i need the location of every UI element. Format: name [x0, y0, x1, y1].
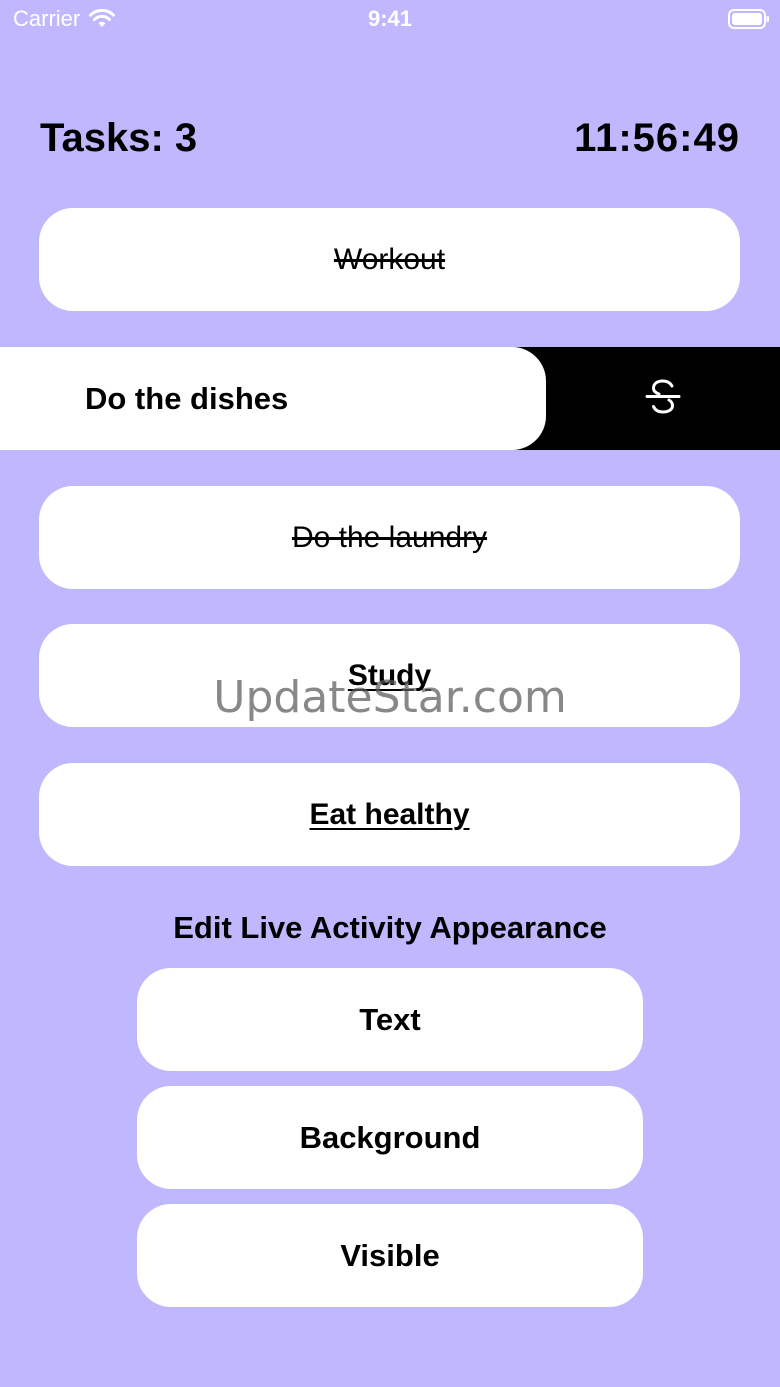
task-label: Eat healthy	[309, 797, 470, 831]
task-label: Do the dishes	[85, 380, 289, 416]
appearance-section-title: Edit Live Activity Appearance	[173, 910, 607, 945]
task-item-study[interactable]: Study	[39, 624, 740, 727]
task-count: Tasks: 3	[40, 116, 198, 160]
battery-icon	[728, 9, 769, 29]
task-item-do-the-laundry[interactable]: Do the laundry	[39, 486, 740, 589]
text-button[interactable]: Text	[137, 968, 643, 1071]
task-row-swiped[interactable]: Do the dishes	[0, 347, 780, 450]
task-label: Study	[347, 658, 432, 692]
strikethrough-icon	[643, 376, 683, 421]
background-button[interactable]: Background	[137, 1086, 643, 1189]
task-item-do-the-dishes[interactable]: Do the dishes	[0, 347, 546, 450]
task-item-workout[interactable]: Workout	[39, 208, 740, 311]
visible-button[interactable]: Visible	[137, 1204, 643, 1307]
text-button-label: Text	[359, 1001, 421, 1037]
background-button-label: Background	[299, 1119, 481, 1155]
task-label: Do the laundry	[291, 520, 488, 554]
status-time: 9:41	[367, 6, 413, 31]
status-bar: Carrier 9:41	[0, 0, 780, 40]
visible-button-label: Visible	[340, 1237, 440, 1273]
task-item-eat-healthy[interactable]: Eat healthy	[39, 763, 740, 866]
strikethrough-action-button[interactable]	[513, 347, 780, 450]
current-time: 11:56:49	[574, 116, 740, 160]
task-label: Workout	[333, 242, 446, 276]
